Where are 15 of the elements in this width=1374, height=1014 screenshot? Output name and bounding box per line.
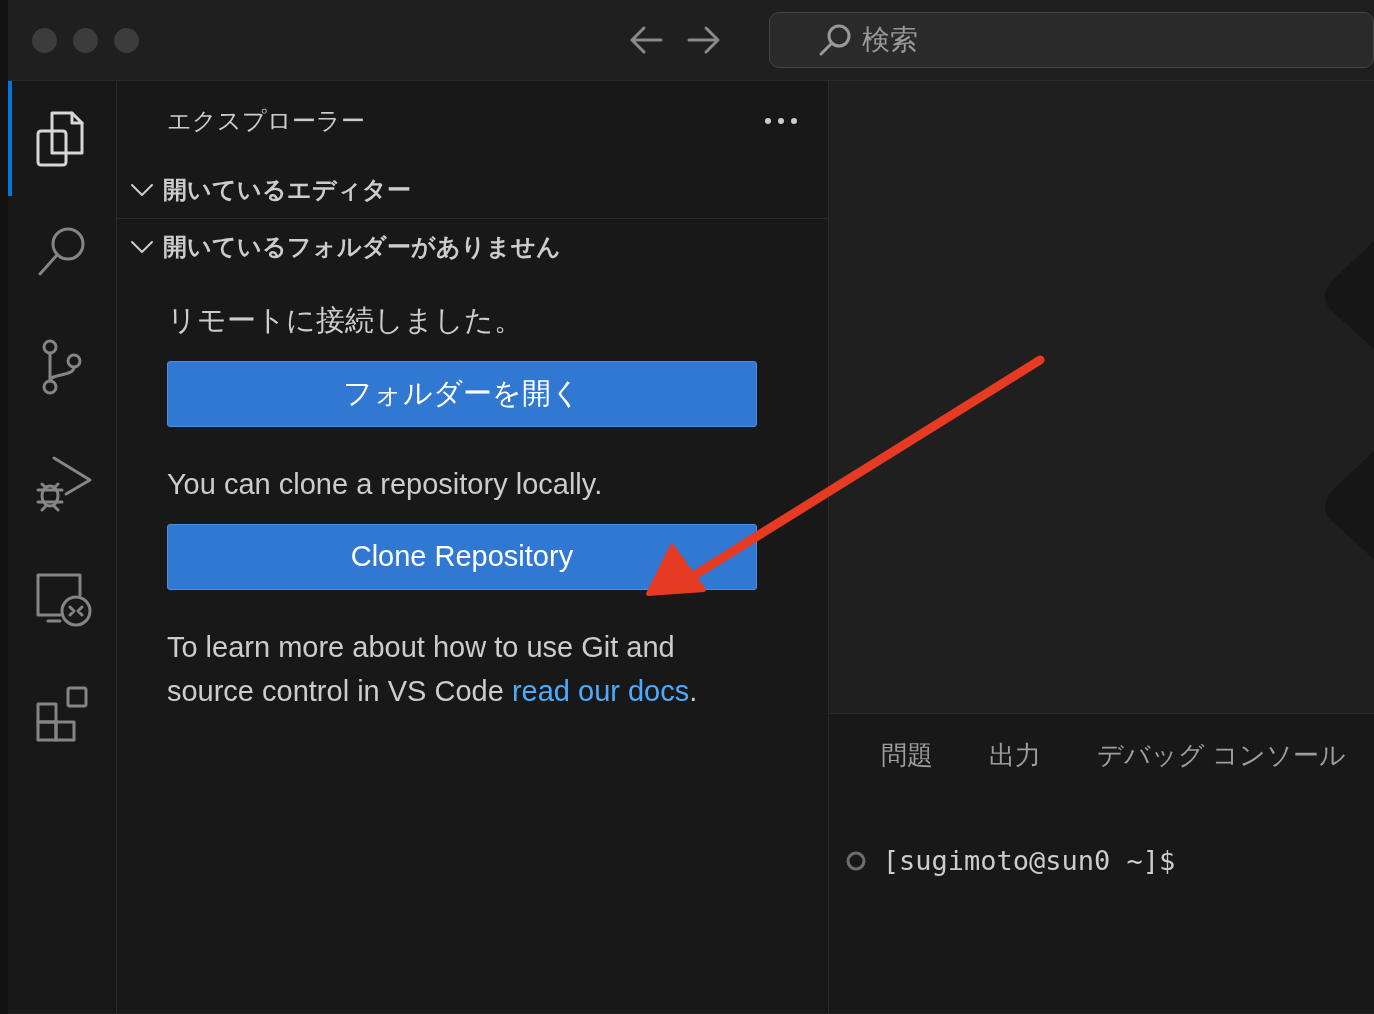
search-placeholder: 検索 bbox=[862, 23, 918, 57]
terminal-prompt: [sugimoto@sun0 ~]$ bbox=[882, 844, 1176, 878]
panel-tab[interactable]: 出力 bbox=[960, 714, 1069, 777]
panel-tab[interactable]: 問題 bbox=[852, 714, 961, 777]
sidebar-title: エクスプローラー bbox=[166, 106, 365, 136]
info-text: To learn more about how to use Git and source control in VS Code read our docs. bbox=[166, 630, 699, 709]
open-folder-button[interactable]: フォルダーを開く bbox=[166, 360, 757, 427]
info-text: You can clone a repository locally. bbox=[166, 466, 604, 502]
search-field[interactable]: 検索 bbox=[769, 12, 1374, 68]
section-header[interactable]: 開いているエディター bbox=[116, 161, 828, 218]
clone-repository-button[interactable]: Clone Repository bbox=[166, 524, 757, 590]
info-text: リモートに接続しました。 bbox=[166, 303, 524, 338]
panel-tab[interactable]: デバッグ コンソール bbox=[1068, 714, 1374, 777]
docs-link[interactable]: read our docs bbox=[511, 674, 690, 707]
section-header[interactable]: 開いているフォルダーがありません bbox=[116, 218, 828, 275]
